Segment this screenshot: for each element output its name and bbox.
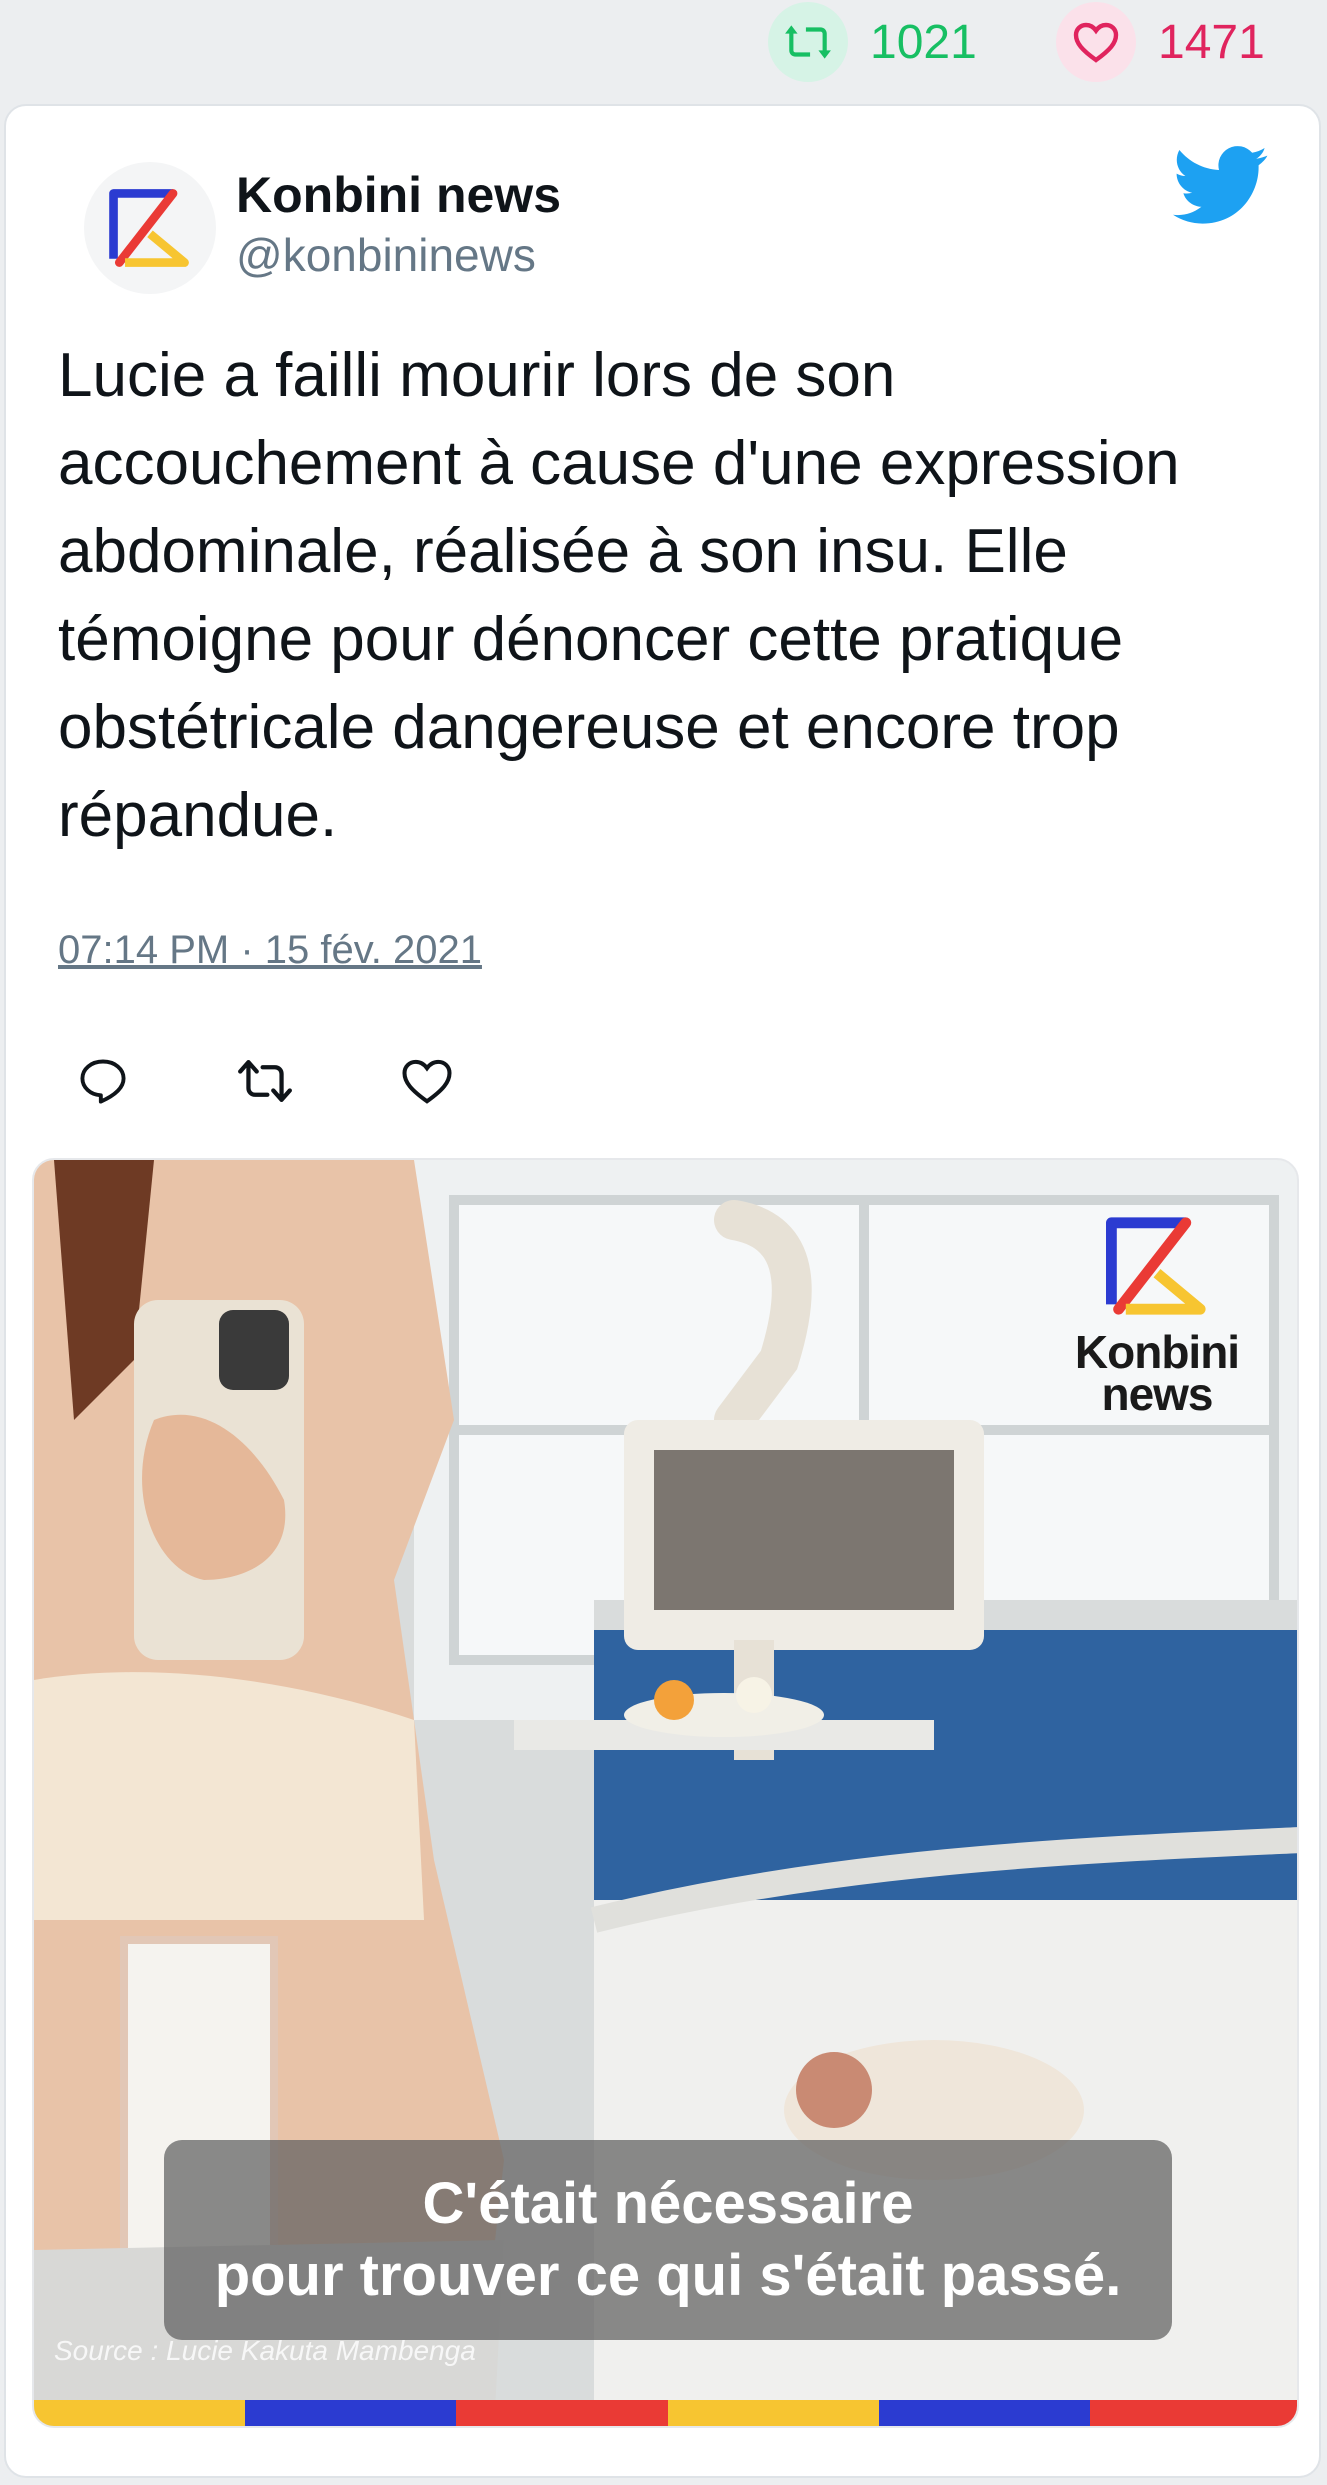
like-action-icon[interactable] xyxy=(392,1046,462,1116)
retweet-icon xyxy=(768,2,848,82)
brand-color-stripe xyxy=(34,2400,1297,2426)
subtitle-line2: pour trouver ce qui s'était passé. xyxy=(214,2243,1122,2308)
author-name[interactable]: Konbini news xyxy=(236,166,561,224)
reply-icon[interactable] xyxy=(68,1046,138,1116)
media-source-credit: Source : Lucie Kakuta Mambenga xyxy=(54,2335,476,2366)
subtitle-line1: C'était nécessaire xyxy=(422,2171,914,2236)
retweet-stat[interactable]: 1021 xyxy=(768,2,977,82)
konbini-logo-icon xyxy=(109,189,189,267)
tweet-card: Konbini news @konbininews Lucie a failli… xyxy=(4,104,1321,2478)
stripe-segment xyxy=(667,2400,879,2426)
retweet-action-icon[interactable] xyxy=(230,1046,300,1116)
like-stat[interactable]: 1471 xyxy=(1056,2,1265,82)
engagement-stats: 1021 1471 xyxy=(0,0,1327,100)
twitter-bird-icon[interactable] xyxy=(1173,146,1269,231)
brand-watermark: Konbini news xyxy=(1067,1206,1247,1420)
tweet-text: Lucie a failli mourir lors de son accouc… xyxy=(58,341,1180,850)
stripe-segment xyxy=(1089,2400,1297,2426)
stripe-segment xyxy=(878,2400,1090,2426)
tweet-actions xyxy=(68,1046,462,1116)
konbini-logo-icon xyxy=(1106,1217,1206,1315)
tweet-media[interactable]: Konbini news C'était nécessaire pour tro… xyxy=(32,1158,1299,2428)
author-handle[interactable]: @konbininews xyxy=(236,228,536,282)
like-count: 1471 xyxy=(1158,15,1265,69)
avatar[interactable] xyxy=(84,162,216,294)
stripe-segment xyxy=(456,2400,668,2426)
stripe-segment xyxy=(34,2400,246,2426)
retweet-count: 1021 xyxy=(870,15,977,69)
stripe-segment xyxy=(245,2400,457,2426)
brand-name-line2: news xyxy=(1101,1368,1213,1420)
brand-name-line1: Konbini xyxy=(1074,1326,1240,1378)
heart-icon xyxy=(1056,2,1136,82)
tweet-timestamp[interactable]: 07:14 PM · 15 fév. 2021 xyxy=(58,928,482,973)
video-subtitle: C'était nécessaire pour trouver ce qui s… xyxy=(164,2140,1172,2340)
